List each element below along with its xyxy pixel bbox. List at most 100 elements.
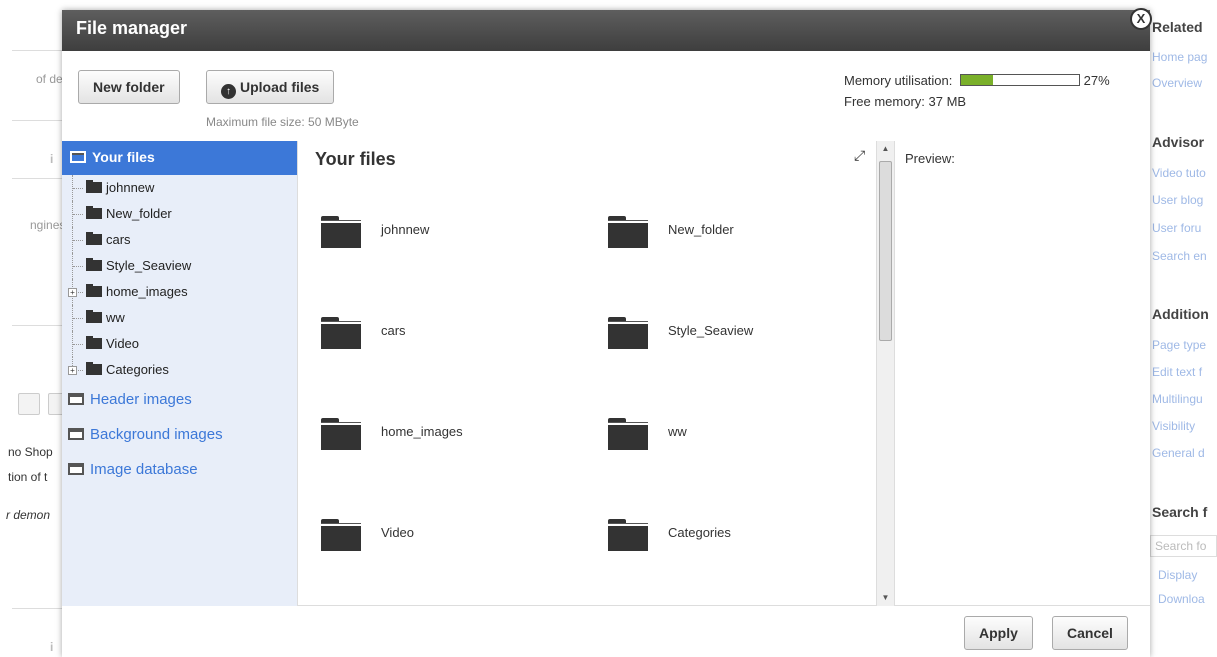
folder-item[interactable]: home_images <box>321 418 601 458</box>
folder-item[interactable]: johnnew <box>321 216 601 256</box>
folder-name: Categories <box>668 525 731 540</box>
expand-icon[interactable]: ⤢ <box>854 147 870 163</box>
bg-link: User blog <box>1152 193 1204 207</box>
file-manager-content: Your files johnnew New_folder cars Style_Se… <box>62 141 1150 606</box>
bg-dropdown-button <box>18 393 40 415</box>
tree-item[interactable]: johnnew <box>62 175 297 201</box>
scrollbar-thumb[interactable] <box>879 161 892 341</box>
folder-item[interactable]: ww <box>608 418 888 458</box>
tree-links: Header images Background images Image data… <box>62 383 297 488</box>
memory-label: Memory utilisation: <box>844 73 953 88</box>
tree-connector <box>73 266 83 267</box>
tree-item-label: ww <box>106 310 125 325</box>
background-right-column: Related Home pag Overview Advisor Video … <box>1150 0 1217 657</box>
window-icon <box>70 151 86 163</box>
file-list-scrollbar[interactable]: ▲ ▼ <box>876 141 894 606</box>
bg-link: General d <box>1152 446 1205 460</box>
window-icon <box>68 428 84 440</box>
new-folder-button[interactable]: New folder <box>78 70 180 104</box>
folder-name: home_images <box>381 424 463 439</box>
bg-link: Edit text f <box>1152 365 1203 379</box>
window-icon <box>68 463 84 475</box>
folder-name: New_folder <box>668 222 734 237</box>
tree-item[interactable]: ww <box>62 305 297 331</box>
info-icon: i <box>50 640 54 654</box>
bg-text: tion of t <box>8 470 48 484</box>
folder-icon <box>86 232 102 245</box>
folder-icon <box>86 258 102 271</box>
tree-item-label: Categories <box>106 362 169 377</box>
file-manager-dialog: File manager X New folder ↑ Upload files … <box>62 8 1152 657</box>
expand-plus-icon[interactable]: + <box>68 366 77 375</box>
bg-link: Video tuto <box>1152 166 1206 180</box>
tree-item-label: Video <box>106 336 140 351</box>
folder-name: johnnew <box>381 222 430 237</box>
tree-item[interactable]: Style_Seaview <box>62 253 297 279</box>
bg-link: Multilingu <box>1152 392 1203 406</box>
dialog-footer: Apply Cancel <box>62 606 1150 657</box>
file-list-title: Your files <box>315 149 396 169</box>
tree-items: johnnew New_folder cars Style_Seaview + home_… <box>62 175 297 383</box>
divider <box>12 608 62 609</box>
folder-item[interactable]: Style_Seaview <box>608 317 888 357</box>
bg-link: Visibility <box>1152 419 1196 433</box>
tree-item[interactable]: + Categories <box>62 357 297 383</box>
tree-item-label: home_images <box>106 284 188 299</box>
memory-utilisation: Memory utilisation: 27% <box>844 73 1110 88</box>
preview-label: Preview: <box>905 151 955 166</box>
divider <box>12 50 62 51</box>
tree-root-your-files[interactable]: Your files <box>62 141 297 175</box>
scroll-up-arrow-icon[interactable]: ▲ <box>877 141 894 157</box>
close-button[interactable]: X <box>1130 8 1152 30</box>
apply-button[interactable]: Apply <box>964 616 1033 650</box>
tree-item[interactable]: New_folder <box>62 201 297 227</box>
tree-connector <box>73 214 83 215</box>
folder-item[interactable]: Video <box>321 519 601 559</box>
folder-icon <box>86 310 102 323</box>
folder-name: ww <box>668 424 687 439</box>
folder-item[interactable]: New_folder <box>608 216 888 256</box>
folder-icon <box>321 216 361 248</box>
window-icon <box>68 393 84 405</box>
upload-icon: ↑ <box>221 84 236 99</box>
divider <box>12 120 62 121</box>
bg-link: Downloa <box>1158 592 1205 606</box>
tree-root-label: Your files <box>92 149 155 165</box>
bg-link: Page type <box>1152 338 1207 352</box>
tree-connector <box>73 240 83 241</box>
upload-files-button[interactable]: ↑ Upload files <box>206 70 335 104</box>
folder-item[interactable]: Categories <box>608 519 888 559</box>
bg-heading: Addition <box>1152 306 1209 322</box>
memory-progress-bar <box>960 74 1080 86</box>
cancel-button[interactable]: Cancel <box>1052 616 1128 650</box>
bg-link: Home pag <box>1152 50 1208 64</box>
folder-name: Style_Seaview <box>668 323 754 338</box>
folder-icon <box>86 284 102 297</box>
folder-icon <box>86 336 102 349</box>
bg-heading: Advisor <box>1152 134 1205 150</box>
background-left-column: of demo i ngines no Shop tion of t r dem… <box>0 0 62 657</box>
expand-plus-icon[interactable]: + <box>68 288 77 297</box>
folder-item[interactable]: cars <box>321 317 601 357</box>
bg-text: r demon <box>6 508 51 522</box>
tree-item[interactable]: Video <box>62 331 297 357</box>
folder-icon <box>608 317 648 349</box>
scroll-down-arrow-icon[interactable]: ▼ <box>877 590 894 606</box>
tree-link[interactable]: Background images <box>62 418 297 453</box>
tree-connector <box>73 318 83 319</box>
free-memory-text: Free memory: 37 MB <box>844 94 967 109</box>
bg-link: User foru <box>1152 221 1202 235</box>
tree-link-label: Header images <box>90 391 192 408</box>
memory-progress-fill <box>961 75 993 85</box>
bg-link: Display <box>1158 568 1198 582</box>
tree-link[interactable]: Header images <box>62 383 297 418</box>
bg-heading: Related <box>1152 19 1203 35</box>
folder-name: Video <box>381 525 415 540</box>
tree-link[interactable]: Image database <box>62 453 297 488</box>
tree-item[interactable]: cars <box>62 227 297 253</box>
tree-connector <box>73 188 83 189</box>
tree-item[interactable]: + home_images <box>62 279 297 305</box>
bg-search-input: Search fo <box>1150 535 1217 557</box>
folder-icon <box>321 317 361 349</box>
tree-item-label: Style_Seaview <box>106 258 192 273</box>
